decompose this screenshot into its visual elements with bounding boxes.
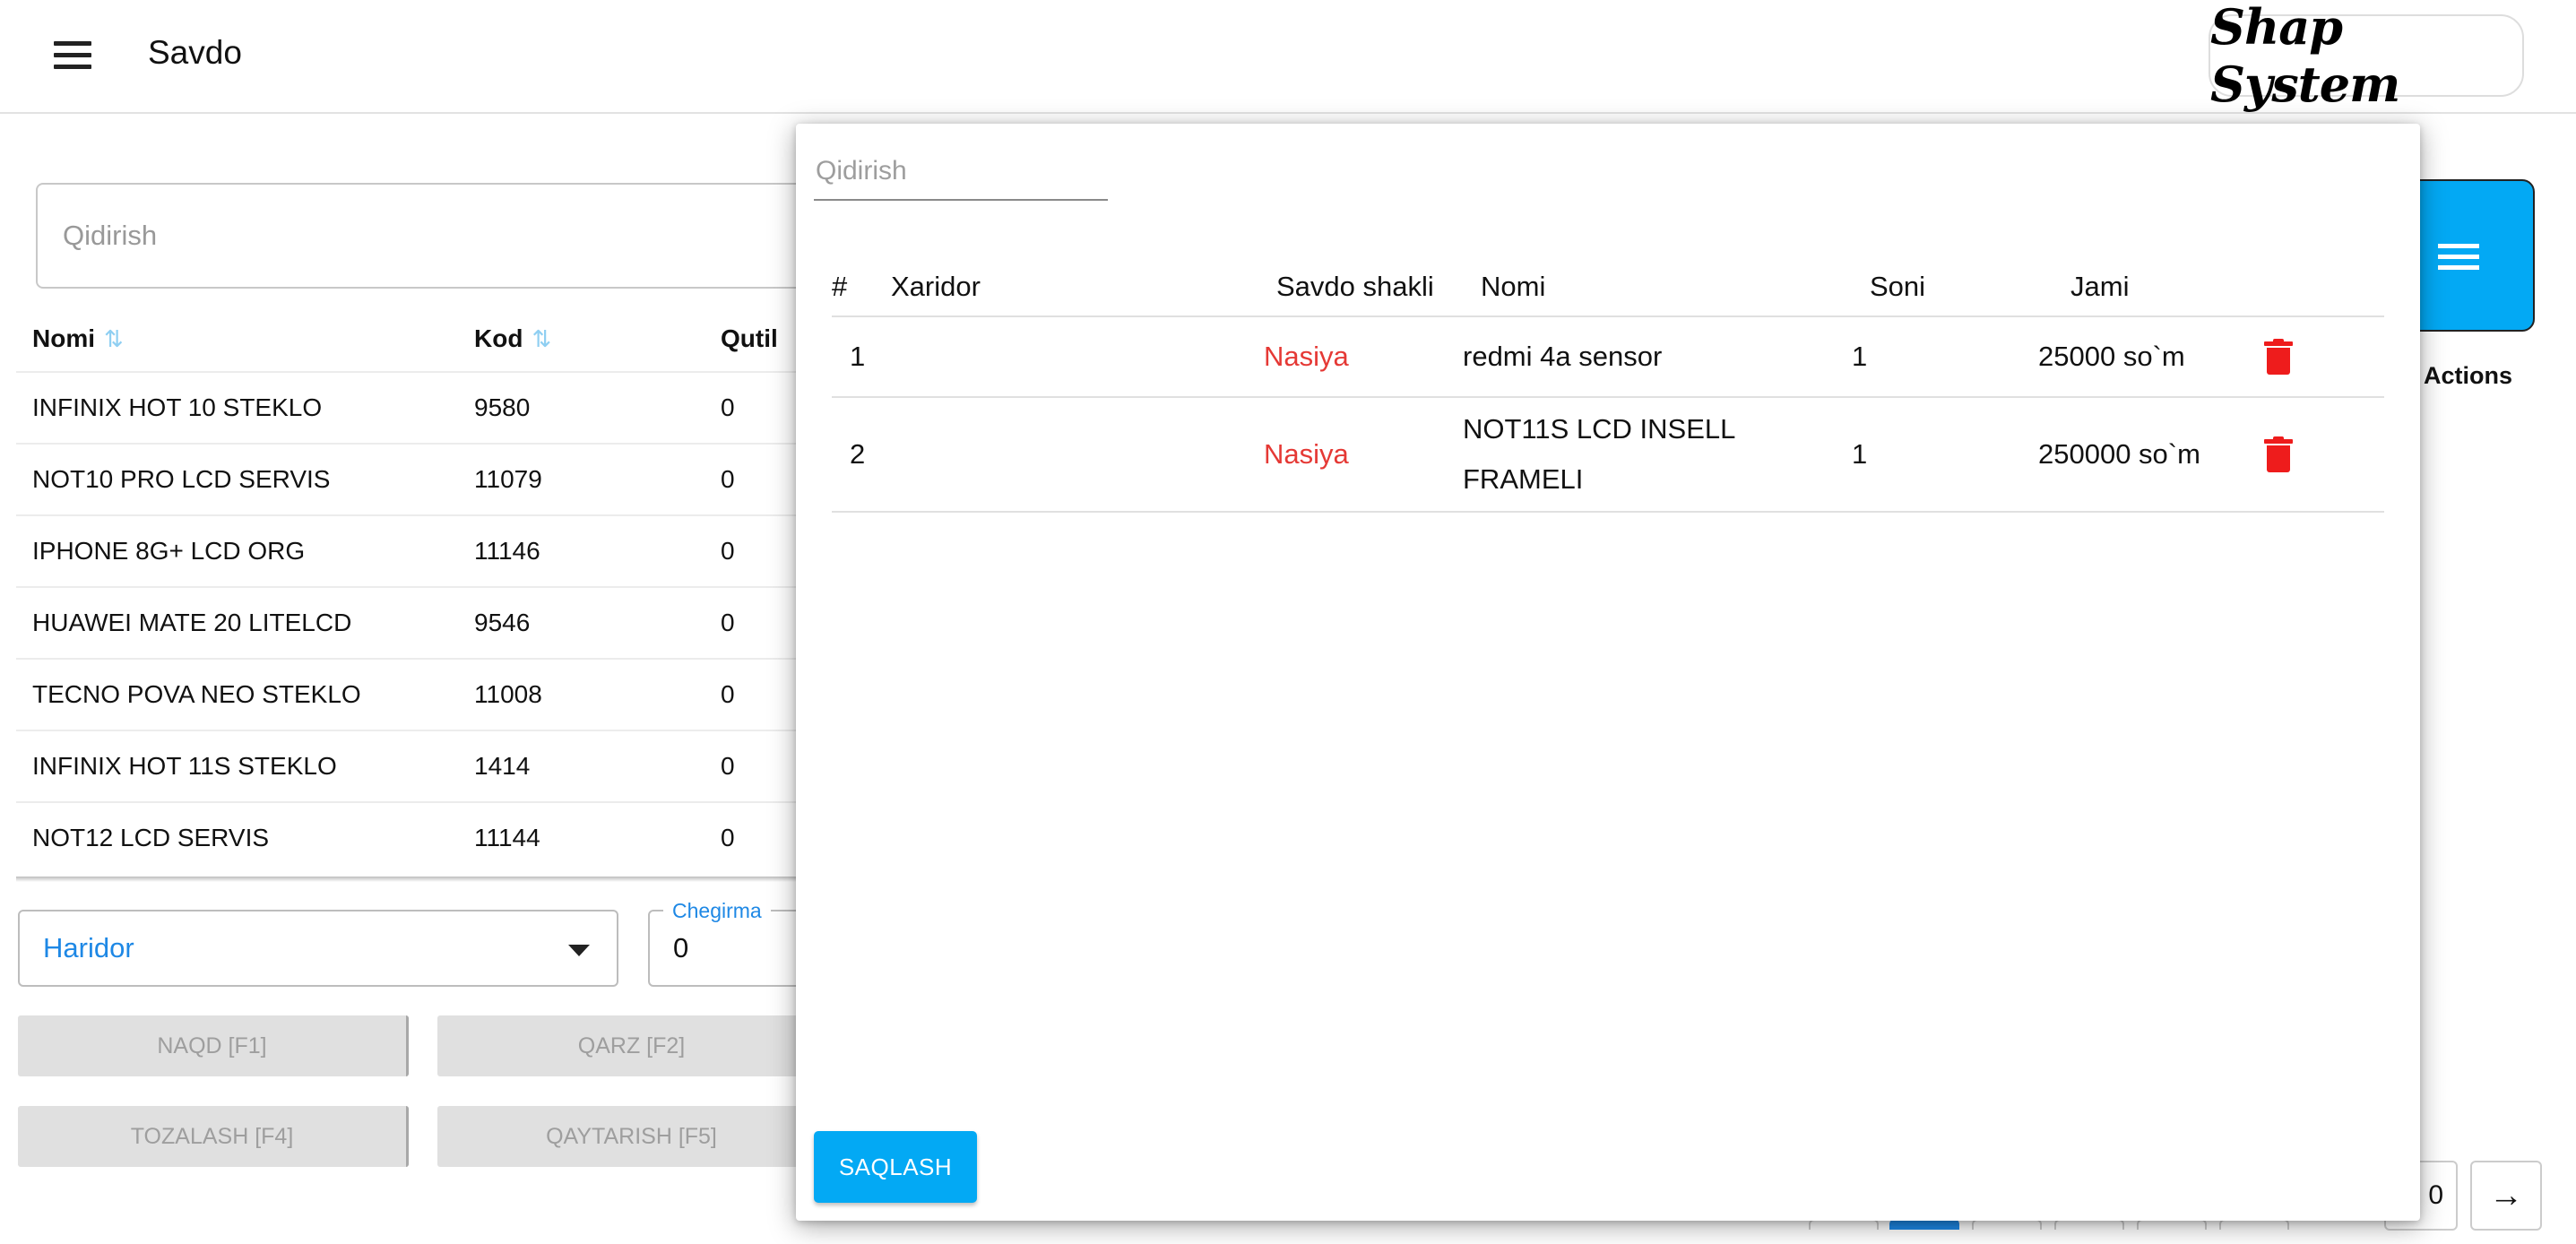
sort-icon[interactable]: ⇅ xyxy=(532,325,551,352)
product-name: NOT12 LCD SERVIS xyxy=(32,824,270,851)
product-code: 11146 xyxy=(474,537,540,565)
row-total: 250000 so`m xyxy=(2038,438,2200,470)
dialog-search-input[interactable]: Qidirish xyxy=(814,143,1108,201)
next-page-button[interactable]: → xyxy=(2470,1161,2542,1231)
row-sale-type: Nasiya xyxy=(1264,438,1349,470)
row-product-name: NOT11S LCD INSELL FRAMELI xyxy=(1463,413,1735,495)
product-code: 9580 xyxy=(474,393,531,421)
product-name: IPHONE 8G+ LCD ORG xyxy=(32,537,306,565)
product-name: INFINIX HOT 10 STEKLO xyxy=(32,393,323,421)
top-app-bar: Savdo Shap System xyxy=(0,0,2576,114)
table-divider xyxy=(16,877,912,882)
customer-select[interactable]: Haridor xyxy=(18,910,618,987)
row-product-name: redmi 4a sensor xyxy=(1463,341,1663,372)
table-row[interactable]: TECNO POVA NEO STEKLO 11008 0 xyxy=(16,658,912,730)
table-row[interactable]: IPHONE 8G+ LCD ORG 11146 0 xyxy=(16,514,912,586)
product-code: 11008 xyxy=(474,680,542,708)
product-name: INFINIX HOT 11S STEKLO xyxy=(32,752,337,780)
product-name: HUAWEI MATE 20 LITELCD xyxy=(32,609,352,636)
row-total: 25000 so`m xyxy=(2038,341,2185,372)
column-header-qty: Soni xyxy=(1870,271,1926,302)
product-code: 11144 xyxy=(474,824,540,851)
save-button[interactable]: SAQLASH xyxy=(814,1131,977,1203)
row-sale-type: Nasiya xyxy=(1264,341,1349,372)
discount-label: Chegirma xyxy=(663,899,771,923)
trash-icon[interactable] xyxy=(2264,436,2293,472)
column-header-name[interactable]: Nomi ⇅ xyxy=(16,324,474,353)
row-qty: 1 xyxy=(1852,438,1868,470)
table-row[interactable]: HUAWEI MATE 20 LITELCD 9546 0 xyxy=(16,586,912,658)
table-row: 2 Nasiya NOT11S LCD INSELL FRAMELI 1 250… xyxy=(832,398,2384,513)
row-index: 1 xyxy=(850,341,866,372)
list-icon xyxy=(2438,244,2479,271)
cash-button[interactable]: NAQD [F1] xyxy=(18,1015,409,1076)
column-header-total: Jami xyxy=(2070,271,2130,302)
customer-select-value: Haridor xyxy=(43,932,134,963)
table-row[interactable]: NOT12 LCD SERVIS 11144 0 xyxy=(16,801,912,873)
return-button[interactable]: QAYTARISH [F5] xyxy=(437,1106,828,1167)
product-code: 9546 xyxy=(474,609,531,636)
menu-icon[interactable] xyxy=(54,41,91,70)
table-row[interactable]: INFINIX HOT 10 STEKLO 9580 0 xyxy=(16,371,912,443)
clear-button[interactable]: TOZALASH [F4] xyxy=(18,1106,409,1167)
column-header-index: # xyxy=(832,271,848,302)
table-row[interactable]: NOT10 PRO LCD SERVIS 11079 0 xyxy=(16,443,912,514)
product-code: 1414 xyxy=(474,752,531,780)
table-header: # Xaridor Savdo shakli Nomi Soni Jami xyxy=(832,258,2384,317)
chevron-down-icon xyxy=(568,945,590,956)
sort-icon[interactable]: ⇅ xyxy=(104,325,124,352)
column-header-code[interactable]: Kod ⇅ xyxy=(474,324,721,353)
table-row: 1 Nasiya redmi 4a sensor 1 25000 so`m xyxy=(832,317,2384,398)
products-table: Nomi ⇅ Kod ⇅ Qutil INFINIX HOT 10 STEKLO 9… xyxy=(16,307,912,873)
product-code: 11079 xyxy=(474,465,542,493)
page-title: Savdo xyxy=(148,34,242,71)
product-name: TECNO POVA NEO STEKLO xyxy=(32,680,361,708)
table-row[interactable]: INFINIX HOT 11S STEKLO 1414 0 xyxy=(16,730,912,801)
arrow-right-icon: → xyxy=(2489,1176,2523,1214)
trash-icon[interactable] xyxy=(2264,339,2293,375)
table-header: Nomi ⇅ Kod ⇅ Qutil xyxy=(16,307,912,371)
product-name: NOT10 PRO LCD SERVIS xyxy=(32,465,331,493)
actions-column-header: Actions xyxy=(2424,362,2513,389)
column-header-sale-type: Savdo shakli xyxy=(1276,271,1434,302)
row-qty: 1 xyxy=(1852,341,1868,372)
column-header-customer: Xaridor xyxy=(891,271,981,302)
logo: Shap System xyxy=(2209,0,2524,113)
debt-button[interactable]: QARZ [F2] xyxy=(437,1015,828,1076)
sales-table: # Xaridor Savdo shakli Nomi Soni Jami 1 … xyxy=(832,258,2384,513)
column-header-name: Nomi xyxy=(1481,271,1546,302)
row-index: 2 xyxy=(850,438,866,470)
sales-list-dialog: Qidirish # Xaridor Savdo shakli Nomi Son… xyxy=(796,124,2420,1221)
